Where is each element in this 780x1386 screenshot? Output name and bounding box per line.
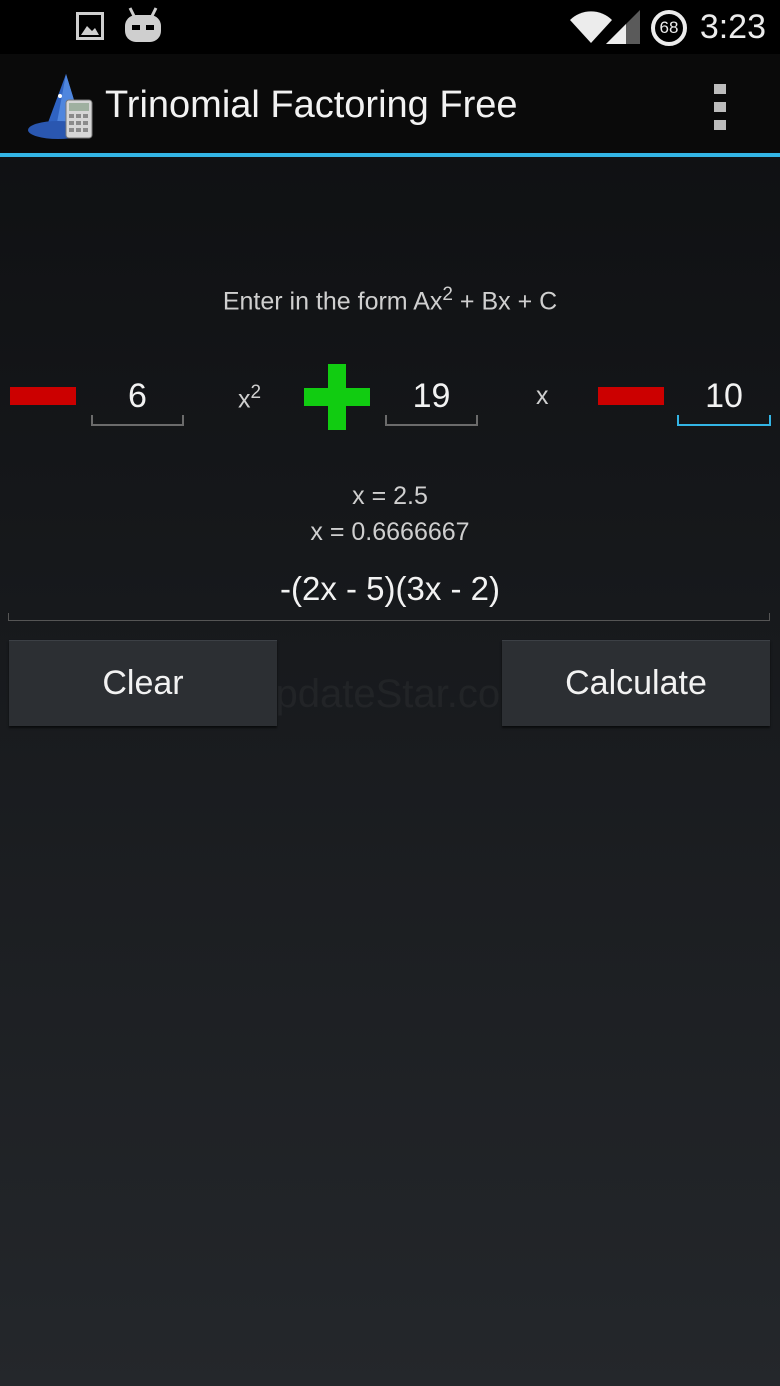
signal-icon (606, 10, 640, 44)
a-sign-minus-button[interactable] (10, 387, 76, 405)
b-coefficient-input[interactable] (385, 370, 478, 422)
hint-prefix: Enter in the form Ax (222, 287, 443, 316)
battery-icon: 68 (650, 9, 688, 47)
battery-level: 68 (659, 18, 679, 37)
x-squared-base: x (238, 385, 251, 414)
form-hint: Enter in the form Ax2 + Bx + C (0, 284, 780, 316)
c-coefficient-field[interactable] (677, 370, 771, 426)
result-divider (8, 613, 770, 621)
hint-suffix: + Bx + C (452, 287, 558, 316)
android-robot-icon (125, 7, 161, 42)
clear-button[interactable]: Clear (9, 640, 277, 726)
app-title: Trinomial Factoring Free (105, 84, 518, 126)
x-squared-label: x2 (238, 382, 261, 414)
factored-result: -(2x - 5)(3x - 2) (279, 570, 500, 607)
b-sign-plus-button[interactable] (304, 364, 370, 430)
c-sign-minus-button[interactable] (598, 387, 664, 405)
hint-exponent: 2 (442, 284, 453, 305)
root-1: x = 2.5 (352, 482, 428, 510)
c-coefficient-input[interactable] (677, 370, 771, 422)
b-coefficient-field[interactable] (385, 370, 478, 426)
calculate-button[interactable]: Calculate (502, 640, 770, 726)
x-label: x (536, 382, 549, 410)
status-bar: 68 3:23 (0, 0, 780, 54)
action-bar-divider (0, 153, 780, 157)
root-2: x = 0.6666667 (310, 518, 470, 546)
a-coefficient-field[interactable] (91, 370, 184, 426)
x-squared-exponent: 2 (250, 382, 262, 403)
a-coefficient-input[interactable] (91, 370, 184, 422)
app-logo-icon (28, 74, 93, 139)
overflow-menu-icon[interactable] (706, 84, 734, 130)
clock: 3:23 (699, 8, 766, 46)
image-notification-icon (76, 12, 104, 40)
